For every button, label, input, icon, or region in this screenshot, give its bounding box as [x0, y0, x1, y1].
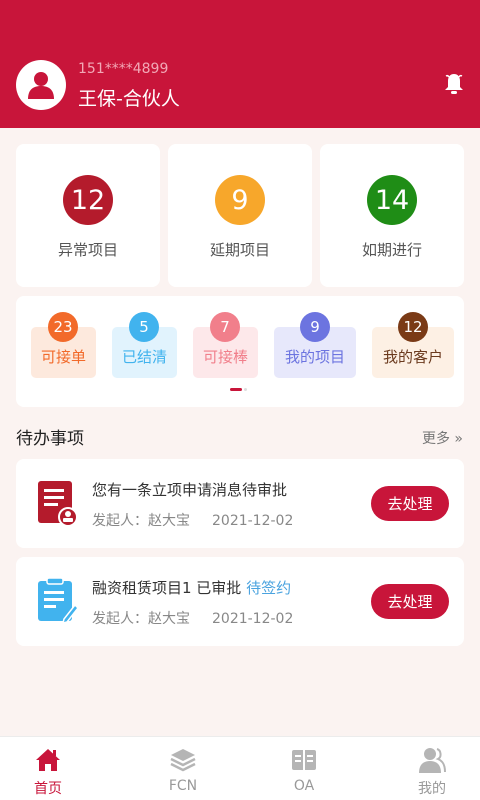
user-group-icon [418, 746, 446, 774]
stat-card-abnormal[interactable]: 12 异常项目 [16, 144, 160, 287]
user-name: 王保-合伙人 [78, 88, 180, 110]
more-link[interactable]: 更多 » [422, 428, 463, 448]
avatar[interactable] [16, 60, 66, 110]
quick-badge: 12 [398, 312, 428, 342]
todo-section-title: 待办事项 [16, 429, 84, 449]
stat-value: 9 [215, 175, 265, 225]
page-dot-active [230, 388, 242, 391]
todo-date: 2021-12-02 [212, 611, 294, 627]
todo-title-text: 融资租赁项目1 已审批 [92, 579, 242, 597]
clipboard-edit-icon [36, 577, 80, 625]
todo-meta: 发起人：赵大宝 2021-12-02 [92, 510, 293, 530]
tab-mine[interactable]: 我的 [392, 743, 472, 799]
more-label: 更多 [421, 431, 450, 447]
todo-date: 2021-12-02 [212, 513, 294, 529]
user-phone: 151****4899 [78, 61, 169, 77]
todo-item[interactable]: 您有一条立项申请消息待审批 发起人：赵大宝 2021-12-02 去处理 [16, 459, 464, 548]
profile-header: 151****4899 王保-合伙人 [0, 0, 480, 128]
todo-title: 您有一条立项申请消息待审批 [92, 479, 287, 500]
todo-meta: 发起人：赵大宝 2021-12-02 [92, 608, 293, 628]
tab-label: 我的 [418, 781, 446, 797]
layers-icon [169, 746, 197, 774]
tab-home[interactable]: 首页 [8, 743, 88, 799]
quick-badge: 9 [300, 312, 330, 342]
stat-card-on-schedule[interactable]: 14 如期进行 [320, 144, 464, 287]
stat-value: 12 [63, 175, 113, 225]
tab-label: 首页 [34, 781, 62, 797]
double-chevron-right-icon: » [449, 431, 463, 447]
bell-icon[interactable] [442, 72, 466, 96]
todo-item[interactable]: 融资租赁项目1 已审批 待签约 发起人：赵大宝 2021-12-02 去处理 [16, 557, 464, 646]
todo-status: 待签约 [246, 579, 292, 597]
book-icon [290, 746, 318, 774]
approval-document-icon [36, 479, 78, 527]
quick-badge: 23 [48, 312, 78, 342]
stat-label: 如期进行 [361, 241, 422, 259]
tab-oa[interactable]: OA [264, 743, 344, 799]
quick-actions-panel: 可接单 23 已结清 5 可接棒 7 我的项目 9 我的客户 12 [16, 296, 464, 407]
home-icon [34, 746, 62, 774]
stat-value: 14 [367, 175, 417, 225]
tab-label: OA [293, 778, 315, 794]
quick-badge: 7 [210, 312, 240, 342]
page-indicator [230, 388, 247, 392]
todo-initiator: 发起人：赵大宝 [92, 513, 190, 529]
quick-badge: 5 [129, 312, 159, 342]
stat-label: 延期项目 [209, 241, 270, 259]
stat-card-delayed[interactable]: 9 延期项目 [168, 144, 312, 287]
user-icon [28, 72, 54, 99]
process-button[interactable]: 去处理 [371, 486, 449, 521]
tab-fcn[interactable]: FCN [143, 743, 223, 799]
process-button[interactable]: 去处理 [371, 584, 449, 619]
todo-title-text: 您有一条立项申请消息待审批 [92, 481, 288, 499]
todo-initiator: 发起人：赵大宝 [92, 611, 190, 627]
todo-title: 融资租赁项目1 已审批 待签约 [92, 577, 291, 598]
tab-label: FCN [168, 778, 198, 794]
bottom-tab-bar: 首页 FCN OA 我的 [0, 736, 480, 800]
stat-label: 异常项目 [57, 241, 118, 259]
page-dot [244, 388, 247, 391]
